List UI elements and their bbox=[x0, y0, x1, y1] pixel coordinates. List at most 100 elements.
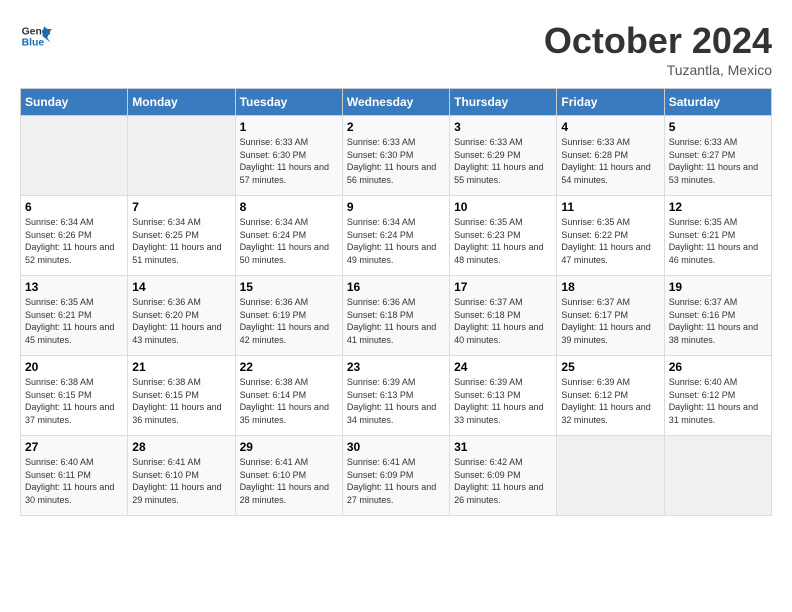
day-info: Sunrise: 6:37 AM Sunset: 6:18 PM Dayligh… bbox=[454, 296, 552, 346]
day-number: 9 bbox=[347, 200, 445, 214]
calendar-cell: 3Sunrise: 6:33 AM Sunset: 6:29 PM Daylig… bbox=[450, 116, 557, 196]
calendar-cell: 22 Sunrise: 6:38 AM Sunset: 6:14 PM Dayli… bbox=[235, 356, 342, 436]
calendar-cell: 27Sunrise: 6:40 AM Sunset: 6:11 PM Dayli… bbox=[21, 436, 128, 516]
calendar-week-row: 1Sunrise: 6:33 AM Sunset: 6:30 PM Daylig… bbox=[21, 116, 772, 196]
calendar-cell: 18 Sunrise: 6:37 AM Sunset: 6:17 PM Dayli… bbox=[557, 276, 664, 356]
calendar-week-row: 13Sunrise: 6:35 AM Sunset: 6:21 PM Dayli… bbox=[21, 276, 772, 356]
calendar-week-row: 6Sunrise: 6:34 AM Sunset: 6:26 PM Daylig… bbox=[21, 196, 772, 276]
calendar-cell: 1Sunrise: 6:33 AM Sunset: 6:30 PM Daylig… bbox=[235, 116, 342, 196]
svg-text:Blue: Blue bbox=[22, 38, 45, 49]
day-number: 14 bbox=[132, 280, 230, 294]
day-info: Sunrise: 6:33 AM Sunset: 6:29 PM Dayligh… bbox=[454, 136, 552, 186]
day-number: 23 bbox=[347, 360, 445, 374]
calendar-cell: 23 Sunrise: 6:39 AM Sunset: 6:13 PM Dayli… bbox=[342, 356, 449, 436]
day-of-week-header: Sunday bbox=[21, 89, 128, 116]
calendar-cell: 12 Sunrise: 6:35 AM Sunset: 6:21 PM Dayli… bbox=[664, 196, 771, 276]
day-number: 13 bbox=[25, 280, 123, 294]
header: General Blue October 2024 Tuzantla, Mexi… bbox=[20, 20, 772, 78]
calendar-cell: 17 Sunrise: 6:37 AM Sunset: 6:18 PM Dayli… bbox=[450, 276, 557, 356]
day-info: Sunrise: 6:33 AM Sunset: 6:30 PM Dayligh… bbox=[347, 136, 445, 186]
calendar-cell: 11Sunrise: 6:35 AM Sunset: 6:22 PM Dayli… bbox=[557, 196, 664, 276]
day-info: Sunrise: 6:35 AM Sunset: 6:22 PM Dayligh… bbox=[561, 216, 659, 266]
calendar-cell: 29 Sunrise: 6:41 AM Sunset: 6:10 PM Dayli… bbox=[235, 436, 342, 516]
day-number: 26 bbox=[669, 360, 767, 374]
day-number: 12 bbox=[669, 200, 767, 214]
day-number: 8 bbox=[240, 200, 338, 214]
calendar-cell: 2 Sunrise: 6:33 AM Sunset: 6:30 PM Daylig… bbox=[342, 116, 449, 196]
day-info: Sunrise: 6:38 AM Sunset: 6:15 PM Dayligh… bbox=[132, 376, 230, 426]
day-number: 21 bbox=[132, 360, 230, 374]
day-number: 10 bbox=[454, 200, 552, 214]
day-info: Sunrise: 6:38 AM Sunset: 6:14 PM Dayligh… bbox=[240, 376, 338, 426]
day-info: Sunrise: 6:35 AM Sunset: 6:23 PM Dayligh… bbox=[454, 216, 552, 266]
day-info: Sunrise: 6:38 AM Sunset: 6:15 PM Dayligh… bbox=[25, 376, 123, 426]
calendar-cell: 24Sunrise: 6:39 AM Sunset: 6:13 PM Dayli… bbox=[450, 356, 557, 436]
day-of-week-header: Friday bbox=[557, 89, 664, 116]
day-of-week-header: Tuesday bbox=[235, 89, 342, 116]
day-info: Sunrise: 6:39 AM Sunset: 6:13 PM Dayligh… bbox=[454, 376, 552, 426]
day-number: 29 bbox=[240, 440, 338, 454]
day-info: Sunrise: 6:34 AM Sunset: 6:24 PM Dayligh… bbox=[240, 216, 338, 266]
calendar-week-row: 27Sunrise: 6:40 AM Sunset: 6:11 PM Dayli… bbox=[21, 436, 772, 516]
day-info: Sunrise: 6:37 AM Sunset: 6:16 PM Dayligh… bbox=[669, 296, 767, 346]
day-info: Sunrise: 6:41 AM Sunset: 6:10 PM Dayligh… bbox=[132, 456, 230, 506]
day-number: 18 bbox=[561, 280, 659, 294]
calendar-cell: 8 Sunrise: 6:34 AM Sunset: 6:24 PM Daylig… bbox=[235, 196, 342, 276]
title-area: October 2024 Tuzantla, Mexico bbox=[544, 20, 772, 78]
calendar-cell: 21 Sunrise: 6:38 AM Sunset: 6:15 PM Dayli… bbox=[128, 356, 235, 436]
day-number: 31 bbox=[454, 440, 552, 454]
calendar-cell: 15Sunrise: 6:36 AM Sunset: 6:19 PM Dayli… bbox=[235, 276, 342, 356]
day-info: Sunrise: 6:35 AM Sunset: 6:21 PM Dayligh… bbox=[669, 216, 767, 266]
calendar-cell bbox=[21, 116, 128, 196]
calendar-cell bbox=[557, 436, 664, 516]
calendar-cell: 20Sunrise: 6:38 AM Sunset: 6:15 PM Dayli… bbox=[21, 356, 128, 436]
calendar-cell: 25 Sunrise: 6:39 AM Sunset: 6:12 PM Dayli… bbox=[557, 356, 664, 436]
day-of-week-header: Wednesday bbox=[342, 89, 449, 116]
day-info: Sunrise: 6:33 AM Sunset: 6:27 PM Dayligh… bbox=[669, 136, 767, 186]
calendar-cell: 10 Sunrise: 6:35 AM Sunset: 6:23 PM Dayli… bbox=[450, 196, 557, 276]
calendar-cell: 5 Sunrise: 6:33 AM Sunset: 6:27 PM Daylig… bbox=[664, 116, 771, 196]
calendar-header-row: SundayMondayTuesdayWednesdayThursdayFrid… bbox=[21, 89, 772, 116]
calendar-cell bbox=[664, 436, 771, 516]
calendar-cell: 13Sunrise: 6:35 AM Sunset: 6:21 PM Dayli… bbox=[21, 276, 128, 356]
day-info: Sunrise: 6:37 AM Sunset: 6:17 PM Dayligh… bbox=[561, 296, 659, 346]
day-of-week-header: Saturday bbox=[664, 89, 771, 116]
calendar-cell: 6Sunrise: 6:34 AM Sunset: 6:26 PM Daylig… bbox=[21, 196, 128, 276]
day-number: 22 bbox=[240, 360, 338, 374]
day-info: Sunrise: 6:40 AM Sunset: 6:11 PM Dayligh… bbox=[25, 456, 123, 506]
day-info: Sunrise: 6:41 AM Sunset: 6:10 PM Dayligh… bbox=[240, 456, 338, 506]
day-info: Sunrise: 6:39 AM Sunset: 6:12 PM Dayligh… bbox=[561, 376, 659, 426]
day-info: Sunrise: 6:41 AM Sunset: 6:09 PM Dayligh… bbox=[347, 456, 445, 506]
day-info: Sunrise: 6:33 AM Sunset: 6:30 PM Dayligh… bbox=[240, 136, 338, 186]
day-number: 7 bbox=[132, 200, 230, 214]
day-info: Sunrise: 6:36 AM Sunset: 6:18 PM Dayligh… bbox=[347, 296, 445, 346]
day-info: Sunrise: 6:33 AM Sunset: 6:28 PM Dayligh… bbox=[561, 136, 659, 186]
logo-icon: General Blue bbox=[20, 20, 52, 52]
calendar-cell: 28 Sunrise: 6:41 AM Sunset: 6:10 PM Dayli… bbox=[128, 436, 235, 516]
day-info: Sunrise: 6:34 AM Sunset: 6:25 PM Dayligh… bbox=[132, 216, 230, 266]
calendar-body: 1Sunrise: 6:33 AM Sunset: 6:30 PM Daylig… bbox=[21, 116, 772, 516]
day-number: 15 bbox=[240, 280, 338, 294]
month-title: October 2024 bbox=[544, 20, 772, 62]
day-number: 19 bbox=[669, 280, 767, 294]
day-of-week-header: Thursday bbox=[450, 89, 557, 116]
calendar-cell: 14Sunrise: 6:36 AM Sunset: 6:20 PM Dayli… bbox=[128, 276, 235, 356]
day-info: Sunrise: 6:34 AM Sunset: 6:24 PM Dayligh… bbox=[347, 216, 445, 266]
day-info: Sunrise: 6:42 AM Sunset: 6:09 PM Dayligh… bbox=[454, 456, 552, 506]
calendar-cell: 30 Sunrise: 6:41 AM Sunset: 6:09 PM Dayli… bbox=[342, 436, 449, 516]
day-number: 17 bbox=[454, 280, 552, 294]
day-of-week-header: Monday bbox=[128, 89, 235, 116]
logo: General Blue bbox=[20, 20, 52, 52]
day-number: 28 bbox=[132, 440, 230, 454]
calendar-cell bbox=[128, 116, 235, 196]
calendar-cell: 31 Sunrise: 6:42 AM Sunset: 6:09 PM Dayli… bbox=[450, 436, 557, 516]
location: Tuzantla, Mexico bbox=[544, 62, 772, 78]
day-number: 5 bbox=[669, 120, 767, 134]
day-number: 30 bbox=[347, 440, 445, 454]
day-info: Sunrise: 6:34 AM Sunset: 6:26 PM Dayligh… bbox=[25, 216, 123, 266]
day-info: Sunrise: 6:39 AM Sunset: 6:13 PM Dayligh… bbox=[347, 376, 445, 426]
day-number: 25 bbox=[561, 360, 659, 374]
calendar-table: SundayMondayTuesdayWednesdayThursdayFrid… bbox=[20, 88, 772, 516]
day-number: 2 bbox=[347, 120, 445, 134]
calendar-cell: 9 Sunrise: 6:34 AM Sunset: 6:24 PM Daylig… bbox=[342, 196, 449, 276]
